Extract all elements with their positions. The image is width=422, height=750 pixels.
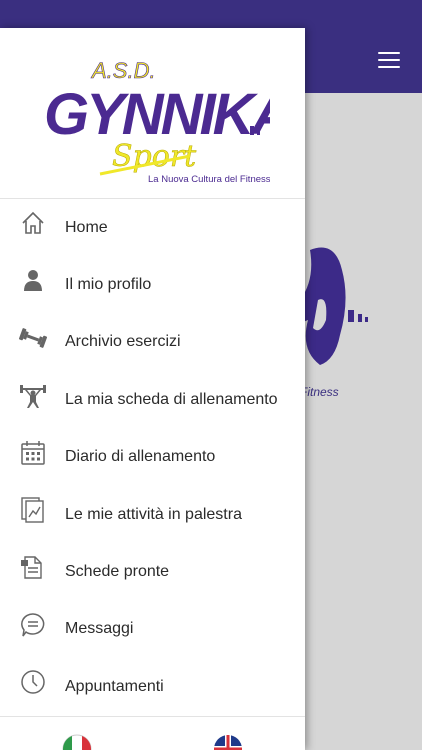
menu-item-label: Home xyxy=(65,218,108,236)
menu-item-exercises[interactable]: Archivio esercizi xyxy=(0,314,305,371)
svg-text:GYNNIKA: GYNNIKA xyxy=(44,82,270,147)
menu-item-appointments[interactable]: Appuntamenti xyxy=(0,658,305,715)
chat-icon xyxy=(19,611,47,639)
italian-flag-icon[interactable] xyxy=(62,734,92,750)
home-icon xyxy=(19,209,47,237)
clock-icon xyxy=(19,668,47,696)
menu-item-label: Il mio profilo xyxy=(65,276,152,294)
gymnika-logo: A.S.D. GYNNIKA Sport La Nuova Cultura de… xyxy=(44,58,270,185)
uk-flag-icon[interactable] xyxy=(213,734,243,750)
calendar-icon xyxy=(19,439,47,467)
menu-item-profile[interactable]: Il mio profilo xyxy=(0,256,305,313)
menu-item-training-diary[interactable]: Diario di allenamento xyxy=(0,429,305,486)
menu-item-gym-activities[interactable]: Le mie attività in palestra xyxy=(0,486,305,543)
drawer-menu: Home Il mio profilo Archivio esercizi La… xyxy=(0,199,305,716)
background-tagline: Fitness xyxy=(300,385,339,399)
menu-item-label: Schede pronte xyxy=(65,563,170,581)
activity-report-icon xyxy=(19,496,47,524)
navigation-drawer: A.S.D. GYNNIKA Sport La Nuova Cultura de… xyxy=(0,28,305,750)
menu-icon[interactable] xyxy=(378,52,400,68)
menu-item-label: Messaggi xyxy=(65,620,134,638)
svg-text:A.S.D.: A.S.D. xyxy=(90,58,156,83)
weightlifter-icon xyxy=(19,381,47,409)
language-selector xyxy=(0,716,305,750)
svg-text:La Nuova Cultura del Fitness: La Nuova Cultura del Fitness xyxy=(148,174,270,185)
menu-item-ready-sheets[interactable]: Schede pronte xyxy=(0,543,305,600)
menu-item-label: La mia scheda di allenamento xyxy=(65,390,278,408)
menu-item-messages[interactable]: Messaggi xyxy=(0,601,305,658)
menu-item-label: Le mie attività in palestra xyxy=(65,505,242,523)
menu-item-label: Appuntamenti xyxy=(65,677,164,695)
user-icon xyxy=(19,266,47,294)
ready-sheets-icon xyxy=(19,553,47,581)
menu-item-label: Archivio esercizi xyxy=(65,333,181,351)
menu-item-home[interactable]: Home xyxy=(0,199,305,256)
dumbbell-icon xyxy=(19,324,47,352)
drawer-header: A.S.D. GYNNIKA Sport La Nuova Cultura de… xyxy=(0,28,305,199)
menu-item-label: Diario di allenamento xyxy=(65,448,216,466)
menu-item-training-sheet[interactable]: La mia scheda di allenamento xyxy=(0,371,305,428)
